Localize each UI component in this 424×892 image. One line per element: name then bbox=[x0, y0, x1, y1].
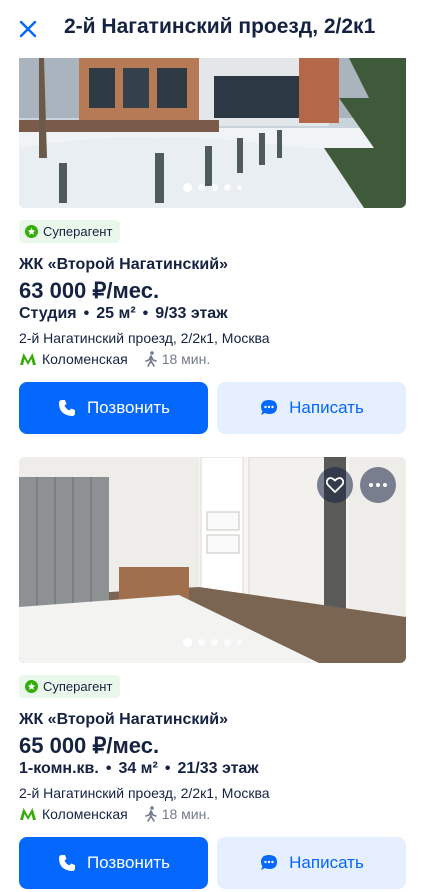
call-button-label: Позвонить bbox=[86, 853, 171, 872]
pagination-dot bbox=[237, 640, 242, 645]
message-button-label: Написать bbox=[289, 853, 364, 872]
metro-station: Коломенская bbox=[42, 351, 128, 367]
listing-photo[interactable] bbox=[19, 58, 406, 208]
metro-station: Коломенская bbox=[42, 806, 128, 822]
listing-photo[interactable] bbox=[19, 457, 406, 663]
complex-name[interactable]: ЖК «Второй Нагатинский» bbox=[19, 711, 228, 729]
call-button[interactable]: Позвонить bbox=[19, 837, 208, 889]
photo-pagination bbox=[19, 638, 406, 647]
param-separator: • bbox=[83, 305, 90, 322]
address: 2-й Нагатинский проезд, 2/2к1, Москва bbox=[19, 330, 270, 346]
favorite-button[interactable] bbox=[317, 467, 353, 503]
pagination-dot bbox=[183, 638, 192, 647]
pagination-dot bbox=[198, 184, 205, 191]
message-button[interactable]: Написать bbox=[217, 837, 406, 889]
apartment-params: Студия • 25 м² • 9/33 этаж bbox=[19, 305, 228, 323]
call-button[interactable]: Позвонить bbox=[19, 382, 208, 434]
pagination-dot bbox=[198, 639, 205, 646]
pagination-dot bbox=[224, 184, 231, 191]
call-button-label: Позвонить bbox=[86, 398, 171, 417]
heart-icon bbox=[326, 477, 344, 493]
metro-icon bbox=[20, 808, 36, 820]
price: 63 000 ₽/мес. bbox=[19, 278, 160, 303]
param-separator: • bbox=[164, 760, 171, 777]
metro-info: Коломенская 18 мин. bbox=[19, 351, 210, 367]
walking-person-icon bbox=[144, 806, 157, 822]
walk-minutes: 18 мин. bbox=[161, 806, 211, 822]
more-options-button[interactable] bbox=[360, 467, 396, 503]
param-area: 34 м² bbox=[118, 760, 158, 777]
param-floor: 9/33 этаж bbox=[155, 305, 228, 322]
param-area: 25 м² bbox=[96, 305, 136, 322]
close-button[interactable] bbox=[14, 15, 42, 43]
walk-time: 18 мин. bbox=[144, 806, 211, 822]
phone-icon bbox=[58, 400, 75, 416]
top-bar: 2-й Нагатинский проезд, 2/2к1 bbox=[0, 0, 424, 58]
pagination-dot bbox=[237, 185, 242, 190]
pagination-dot bbox=[211, 184, 218, 191]
message-button[interactable]: Написать bbox=[217, 382, 406, 434]
complex-name[interactable]: ЖК «Второй Нагатинский» bbox=[19, 256, 228, 274]
more-dots-icon bbox=[369, 483, 387, 487]
close-icon bbox=[19, 20, 37, 38]
star-badge-icon bbox=[25, 680, 38, 693]
param-separator: • bbox=[105, 760, 112, 777]
walk-time: 18 мин. bbox=[144, 351, 211, 367]
star-badge-icon bbox=[25, 225, 38, 238]
walk-minutes: 18 мин. bbox=[161, 351, 211, 367]
chat-bubble-icon bbox=[261, 400, 278, 415]
superagent-badge: Суперагент bbox=[19, 220, 121, 243]
apartment-params: 1-комн.кв. • 34 м² • 21/33 этаж bbox=[19, 760, 259, 778]
pagination-dot bbox=[211, 639, 218, 646]
param-separator: • bbox=[142, 305, 149, 322]
badge-label: Суперагент bbox=[43, 224, 113, 239]
metro-info: Коломенская 18 мин. bbox=[19, 806, 210, 822]
param-floor: 21/33 этаж bbox=[177, 760, 259, 777]
walking-person-icon bbox=[144, 351, 157, 367]
superagent-badge: Суперагент bbox=[19, 675, 121, 698]
phone-icon bbox=[58, 855, 75, 871]
message-button-label: Написать bbox=[289, 398, 364, 417]
param-rooms: 1-комн.кв. bbox=[19, 760, 99, 777]
badge-label: Суперагент bbox=[43, 679, 113, 694]
pagination-dot bbox=[183, 183, 192, 192]
price: 65 000 ₽/мес. bbox=[19, 733, 160, 758]
photo-pagination bbox=[19, 183, 406, 192]
page-title: 2-й Нагатинский проезд, 2/2к1 bbox=[64, 15, 376, 38]
address: 2-й Нагатинский проезд, 2/2к1, Москва bbox=[19, 785, 270, 801]
metro-icon bbox=[20, 353, 36, 365]
pagination-dot bbox=[224, 639, 231, 646]
chat-bubble-icon bbox=[261, 855, 278, 870]
param-rooms: Студия bbox=[19, 305, 77, 322]
